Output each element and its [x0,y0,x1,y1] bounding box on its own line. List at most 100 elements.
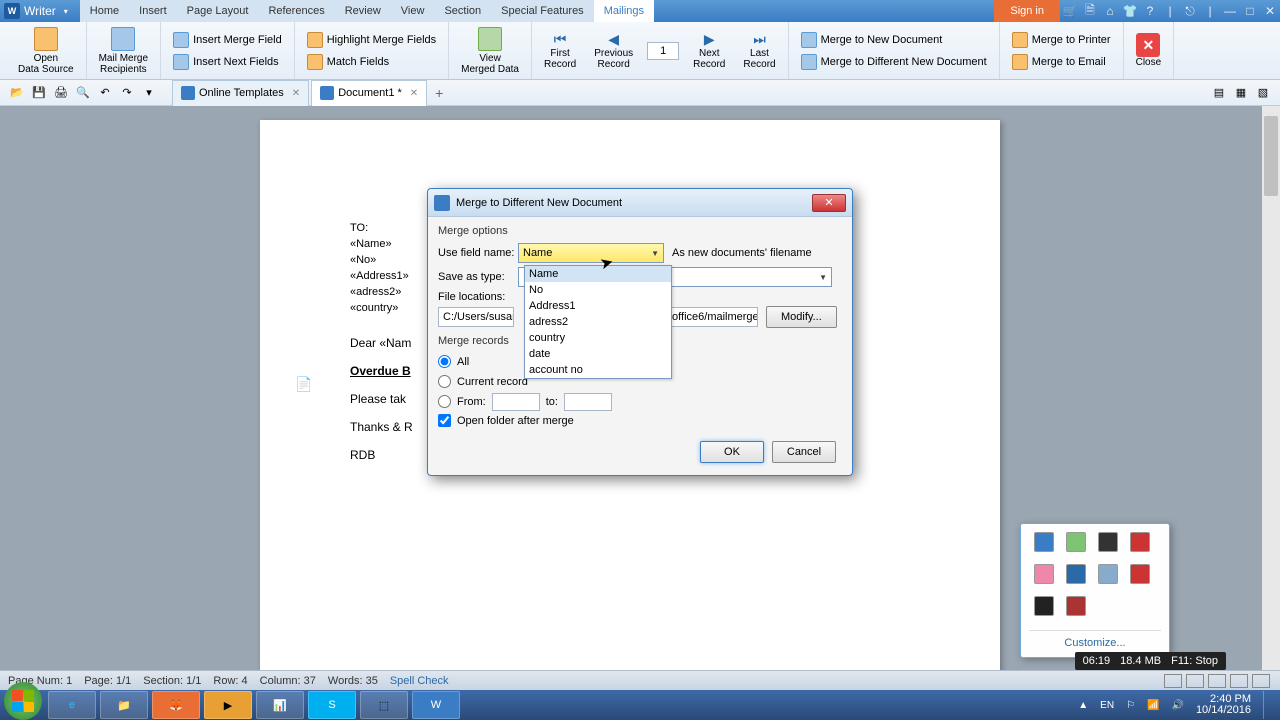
start-button[interactable] [4,682,42,720]
tab-review[interactable]: Review [335,0,391,22]
taskbar-app2[interactable]: ⬚ [360,691,408,719]
taskbar-clock[interactable]: 2:40 PM 10/14/2016 [1196,694,1251,716]
view-icon-1[interactable] [1164,674,1182,688]
taskbar-ie[interactable]: e [48,691,96,719]
view-mode-3-icon[interactable]: ▧ [1254,84,1272,102]
preview-icon[interactable]: 🔍 [74,84,92,102]
file-location-input[interactable]: C:/Users/susant [438,307,514,327]
sign-in-button[interactable]: Sign in [994,0,1060,22]
doc-icon[interactable]: 🗎 [1080,1,1100,22]
cancel-button[interactable]: Cancel [772,441,836,463]
field-name-combo[interactable]: Name ▼ [518,243,664,263]
highlight-merge-fields-button[interactable]: Highlight Merge Fields [303,29,440,51]
taskbar-writer[interactable]: W [412,691,460,719]
vertical-scrollbar[interactable] [1262,106,1280,670]
tab-references[interactable]: References [258,0,334,22]
radio-from[interactable] [438,395,451,408]
cart-icon[interactable]: 🛒 [1060,1,1080,22]
online-templates-tab[interactable]: Online Templates ✕ [172,80,309,106]
tray-icon-3[interactable] [1098,532,1118,552]
view-icon-5[interactable] [1252,674,1270,688]
view-icon-3[interactable] [1208,674,1226,688]
option-adress2[interactable]: adress2 [525,314,671,330]
insert-merge-field-button[interactable]: Insert Merge Field [169,29,286,51]
option-date[interactable]: date [525,346,671,362]
tab-special-features[interactable]: Special Features [491,0,594,22]
dialog-close-button[interactable]: ✕ [812,194,846,212]
more-icon[interactable]: ▾ [140,84,158,102]
tray-volume-icon[interactable]: 🔊 [1171,700,1183,711]
taskbar-skype[interactable]: S [308,691,356,719]
customize-link[interactable]: Customize... [1029,630,1161,649]
tray-network-icon[interactable]: 📶 [1147,700,1159,711]
view-merged-data-button[interactable]: View Merged Data [457,25,523,77]
open-icon[interactable]: 📂 [8,84,26,102]
open-data-source-button[interactable]: Open Data Source [14,25,78,77]
tray-icon-1[interactable] [1034,532,1054,552]
merge-email-button[interactable]: Merge to Email [1008,51,1110,73]
undo-icon[interactable]: ↶ [96,84,114,102]
modify-button[interactable]: Modify... [766,306,837,328]
open-folder-checkbox[interactable] [438,414,451,427]
tab-section[interactable]: Section [434,0,491,22]
option-name[interactable]: Name [525,266,671,282]
minimize-icon[interactable]: — [1220,1,1240,22]
home-icon[interactable]: ⌂ [1100,1,1120,22]
help-icon[interactable]: ? [1140,1,1160,22]
tab-insert[interactable]: Insert [129,0,177,22]
to-input[interactable] [564,393,612,411]
show-desktop-button[interactable] [1263,691,1270,719]
view-icon-4[interactable] [1230,674,1248,688]
tray-icon-8[interactable] [1130,564,1150,584]
tray-flag-icon[interactable]: ⚐ [1126,700,1135,711]
tab-home[interactable]: Home [80,0,129,22]
ok-button[interactable]: OK [700,441,764,463]
merge-printer-button[interactable]: Merge to Printer [1008,29,1115,51]
previous-record-button[interactable]: ◀Previous Record [590,29,637,72]
tray-icon-7[interactable] [1098,564,1118,584]
radio-current[interactable] [438,375,451,388]
dialog-titlebar[interactable]: Merge to Different New Document ✕ [428,189,852,217]
last-record-button[interactable]: ⏭Last Record [739,29,779,72]
merge-new-document-button[interactable]: Merge to New Document [797,29,947,51]
taskbar-app1[interactable]: 📊 [256,691,304,719]
taskbar-firefox[interactable]: 🦊 [152,691,200,719]
option-address1[interactable]: Address1 [525,298,671,314]
insert-next-fields-button[interactable]: Insert Next Fields [169,51,283,73]
tab-view[interactable]: View [391,0,435,22]
close-templates-tab[interactable]: ✕ [292,88,300,99]
close-mailings-button[interactable]: ✕ Close [1132,31,1166,70]
file-location-input-right[interactable]: /office6/mailmerge [664,307,758,327]
tray-expand-icon[interactable]: ▲ [1078,700,1088,711]
match-fields-button[interactable]: Match Fields [303,51,393,73]
view-mode-1-icon[interactable]: ▤ [1210,84,1228,102]
redo-icon[interactable]: ↷ [118,84,136,102]
tray-icon-6[interactable] [1066,564,1086,584]
next-record-button[interactable]: ▶Next Record [689,29,729,72]
tray-icon-9[interactable] [1034,596,1054,616]
view-icon-2[interactable] [1186,674,1204,688]
save-icon[interactable]: 💾 [30,84,48,102]
add-tab-button[interactable]: + [429,80,449,106]
document1-tab[interactable]: Document1 * ✕ [311,80,427,106]
view-mode-2-icon[interactable]: ▦ [1232,84,1250,102]
option-no[interactable]: No [525,282,671,298]
scroll-thumb[interactable] [1264,116,1278,196]
taskbar-explorer[interactable]: 📁 [100,691,148,719]
tab-mailings[interactable]: Mailings [594,0,654,22]
close-document1-tab[interactable]: ✕ [410,88,418,99]
tray-icon-4[interactable] [1130,532,1150,552]
tab-page-layout[interactable]: Page Layout [177,0,259,22]
taskbar-media[interactable]: ▶ [204,691,252,719]
merge-different-document-button[interactable]: Merge to Different New Document [797,51,991,73]
radio-all[interactable] [438,355,451,368]
tray-lang[interactable]: EN [1100,700,1114,711]
record-number-input[interactable] [647,42,679,60]
spell-check-button[interactable]: Spell Check [390,675,449,687]
first-record-button[interactable]: ⏮First Record [540,29,580,72]
option-account-no[interactable]: account no [525,362,671,378]
export-icon[interactable]: ⎋ [1180,1,1200,22]
tray-icon-5[interactable] [1034,564,1054,584]
app-menu-dropdown[interactable]: ▾ [64,7,68,16]
from-input[interactable] [492,393,540,411]
